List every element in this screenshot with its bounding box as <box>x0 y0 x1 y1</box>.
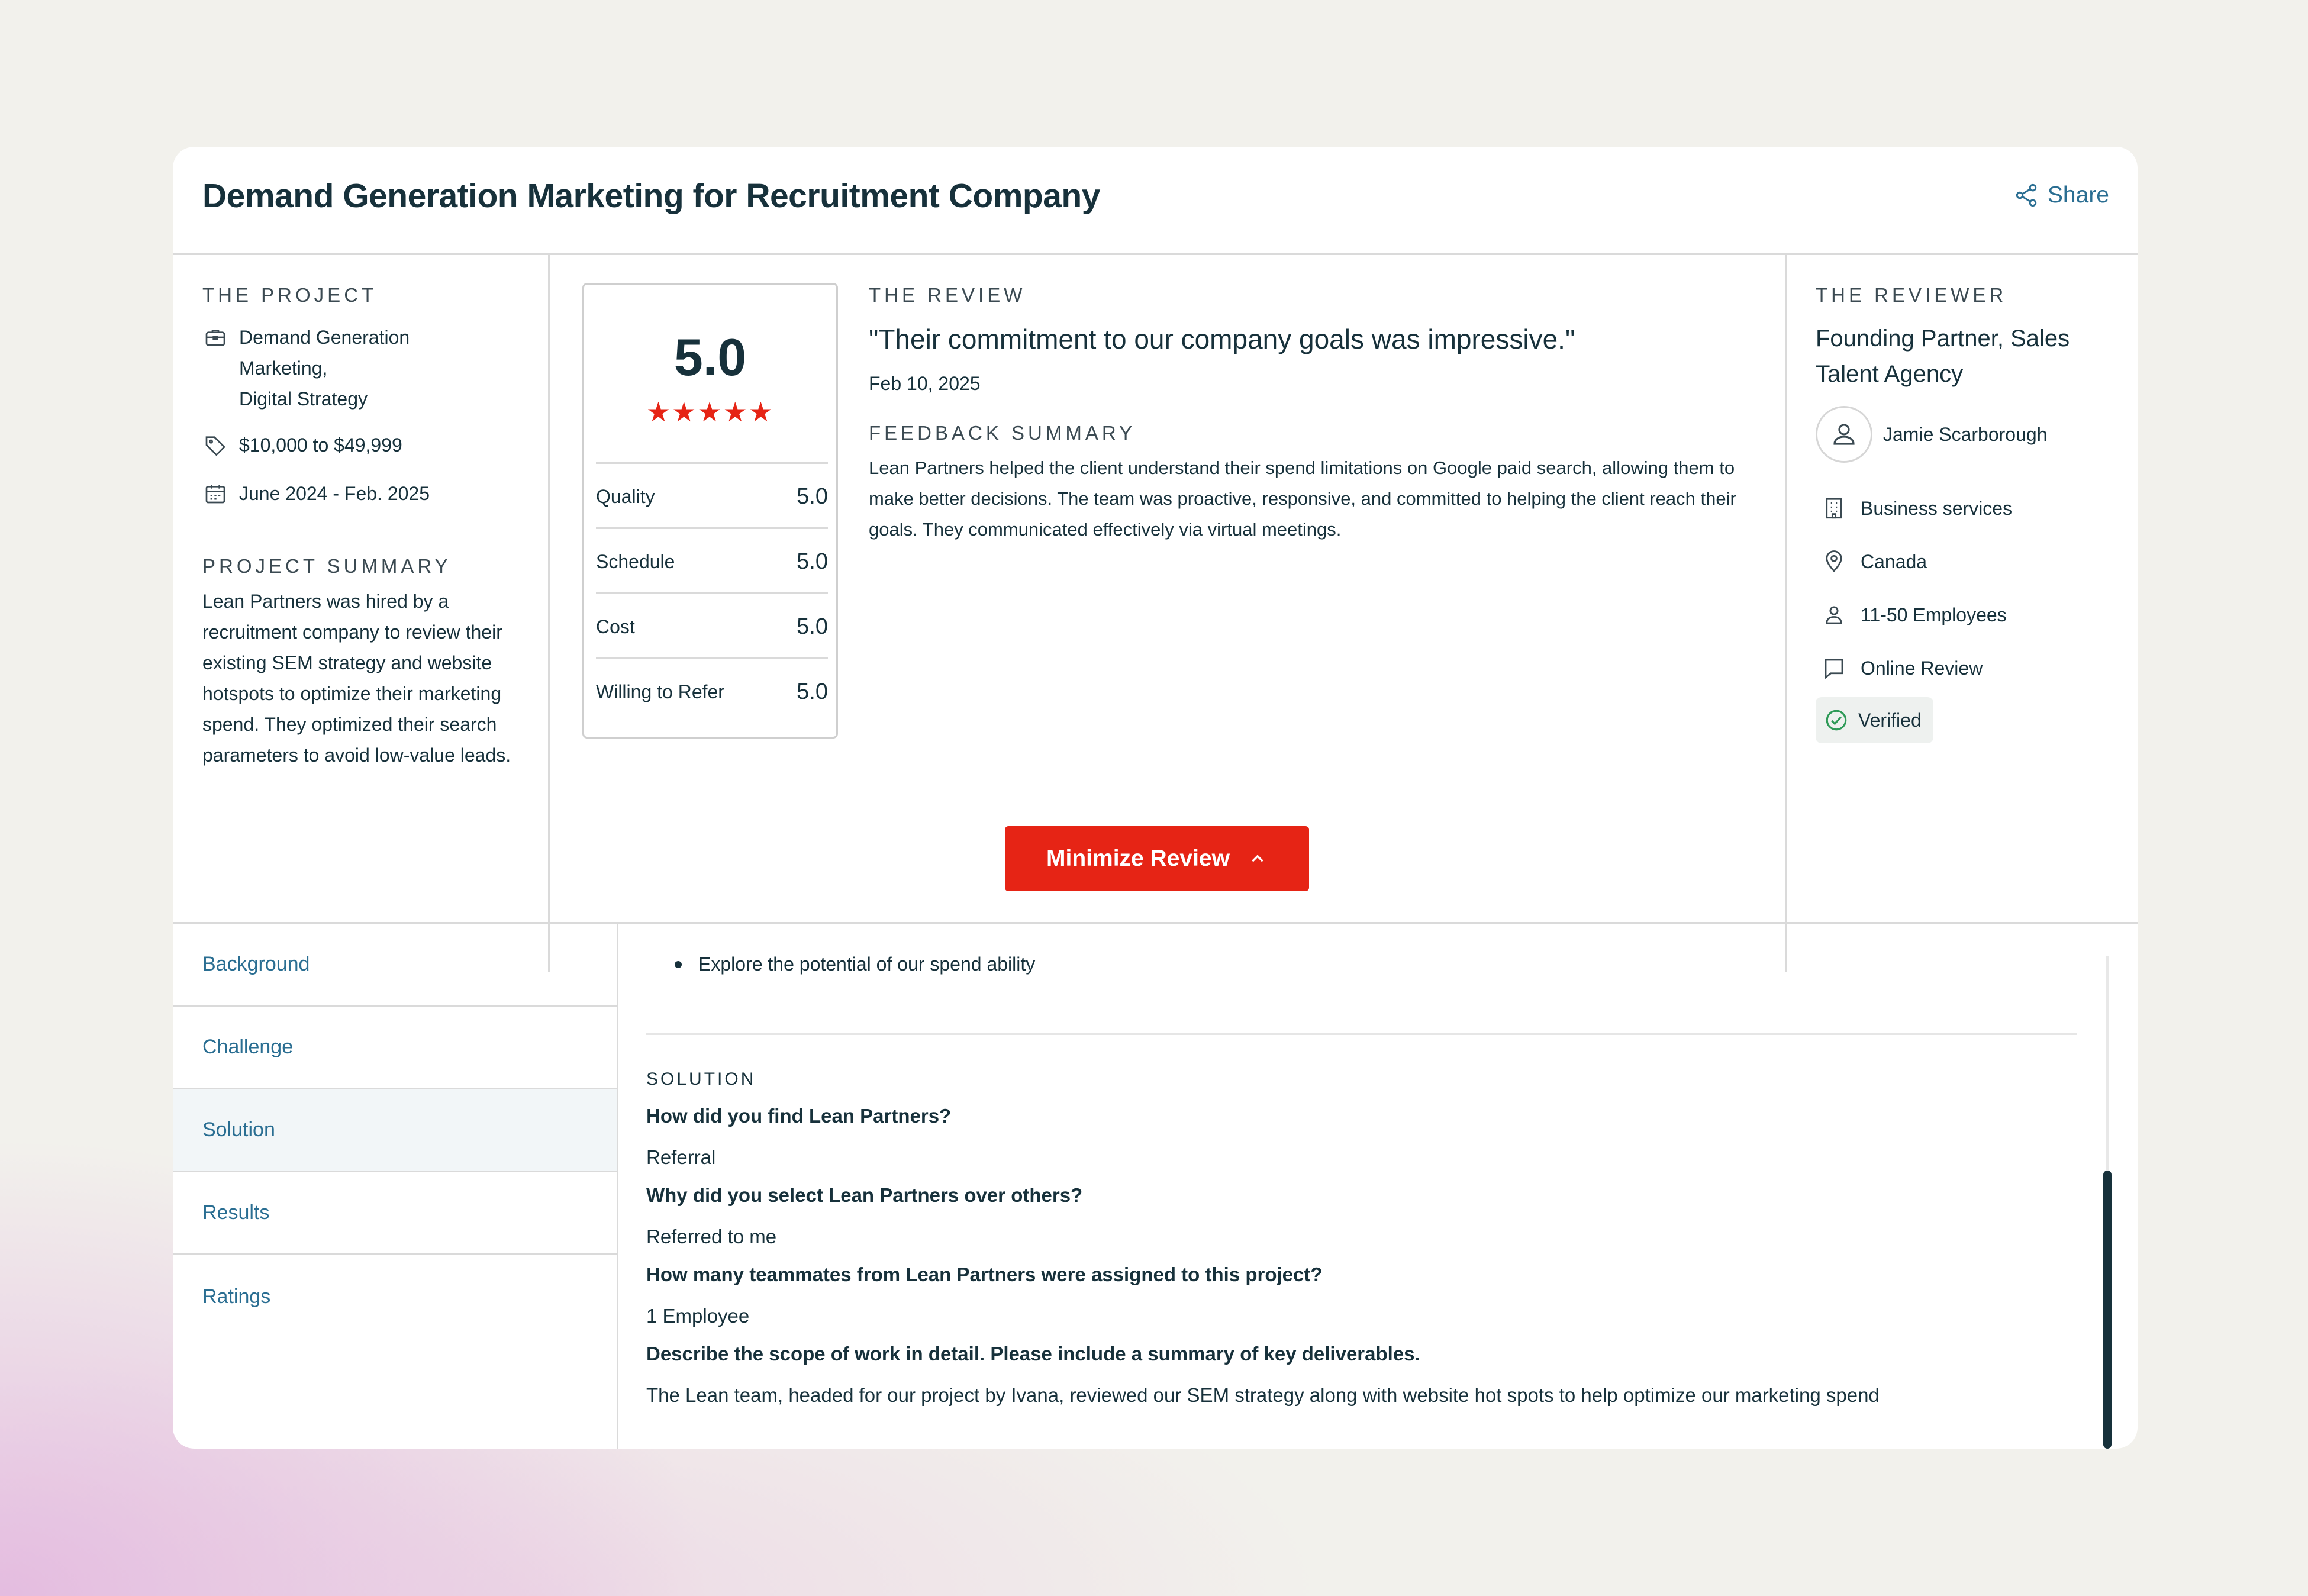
rating-label: Willing to Refer <box>596 681 724 702</box>
minimize-review-button[interactable]: Minimize Review <box>1005 826 1309 891</box>
rating-row-quality: Quality 5.0 <box>596 462 828 529</box>
reviewer-column: THE REVIEWER Founding Partner, Sales Tal… <box>1816 284 2112 743</box>
answer: 1 Employee <box>646 1305 750 1327</box>
reviewer-location: Canada <box>1822 535 2112 588</box>
minimize-review-label: Minimize Review <box>1046 846 1230 871</box>
reviewer-person: Jamie Scarborough <box>1816 406 2112 463</box>
person-icon <box>1826 606 1842 624</box>
solution-heading: SOLUTION <box>646 1069 756 1089</box>
review-heading: THE REVIEW <box>869 284 1026 306</box>
project-column: THE PROJECT Demand Generation Marketing,… <box>202 284 534 770</box>
services-line-3: Digital Strategy <box>239 388 368 410</box>
industry-value: Business services <box>1861 497 2013 519</box>
verified-badge: Verified <box>1816 697 1933 743</box>
share-label: Share <box>2047 182 2109 208</box>
verified-label: Verified <box>1858 709 1922 731</box>
answer: Referred to me <box>646 1226 777 1247</box>
company-size-value: 11-50 Employees <box>1861 604 2007 625</box>
page-title: Demand Generation Marketing for Recruitm… <box>202 177 1100 215</box>
divider-left <box>548 254 550 972</box>
question: How did you find Lean Partners? <box>646 1105 952 1127</box>
calendar-icon <box>205 485 225 504</box>
nav-item-results[interactable]: Results <box>173 1172 617 1255</box>
reviewer-company-size: 11-50 Employees <box>1822 588 2112 641</box>
review-type-value: Online Review <box>1861 657 1983 679</box>
answer: The Lean team, headed for our project by… <box>646 1384 1880 1406</box>
rating-row-schedule: Schedule 5.0 <box>596 527 828 594</box>
location-pin-icon <box>1826 550 1842 572</box>
nav-item-background[interactable]: Background <box>173 924 617 1007</box>
review-card: Demand Generation Marketing for Recruitm… <box>173 147 2138 1449</box>
bullet-dot <box>675 960 682 968</box>
briefcase-icon <box>205 330 225 346</box>
location-value: Canada <box>1861 550 1927 572</box>
rating-row-cost: Cost 5.0 <box>596 592 828 659</box>
rating-value: 5.0 <box>797 483 828 509</box>
nav-item-ratings[interactable]: Ratings <box>173 1255 617 1338</box>
price-tag-icon <box>205 436 225 456</box>
rating-box: 5.0 ★★★★★ Quality 5.0 Schedule 5.0 Cost … <box>582 283 838 739</box>
reviewer-industry: Business services <box>1822 482 2112 535</box>
scrollbar-thumb[interactable] <box>2103 1171 2112 1449</box>
check-circle-icon <box>1826 710 1847 731</box>
review-date: Feb 10, 2025 <box>869 373 981 394</box>
share-icon <box>2016 183 2037 207</box>
question: Describe the scope of work in detail. Pl… <box>646 1343 1420 1365</box>
rating-label: Schedule <box>596 550 675 572</box>
project-heading: THE PROJECT <box>202 284 378 306</box>
section-nav: Background Challenge Solution Results Ra… <box>173 924 618 1449</box>
feedback-summary: Lean Partners helped the client understa… <box>869 457 1736 540</box>
user-icon <box>1833 424 1855 445</box>
answer: Referral <box>646 1146 716 1168</box>
rating-value: 5.0 <box>797 679 828 704</box>
reviewer-title: Founding Partner, Sales Talent Agency <box>1816 325 2070 387</box>
section-divider <box>646 1033 2077 1035</box>
avatar <box>1816 406 1872 463</box>
project-budget: $10,000 to $49,999 <box>202 430 534 460</box>
divider-right <box>1785 254 1787 972</box>
chevron-up-icon <box>1252 855 1263 862</box>
chat-bubble-icon <box>1825 659 1843 679</box>
list-item: Explore the potential of our spend abili… <box>675 953 2078 975</box>
review-details: Explore the potential of our spend abili… <box>646 924 2078 1449</box>
project-summary-heading: PROJECT SUMMARY <box>202 555 452 577</box>
star-rating: ★★★★★ <box>646 396 775 427</box>
review-quote: "Their commitment to our company goals w… <box>869 324 1575 354</box>
bullet-text: Explore the potential of our spend abili… <box>698 953 1036 975</box>
project-services: Demand Generation Marketing, Digital Str… <box>202 322 534 414</box>
rating-label: Cost <box>596 615 635 637</box>
budget-value: $10,000 to $49,999 <box>239 434 402 456</box>
project-summary: Lean Partners was hired by a recruitment… <box>202 591 511 766</box>
nav-item-challenge[interactable]: Challenge <box>173 1007 617 1089</box>
feedback-summary-heading: FEEDBACK SUMMARY <box>869 422 1136 444</box>
review-column: THE REVIEW "Their commitment to our comp… <box>869 284 1768 545</box>
card-header: Demand Generation Marketing for Recruitm… <box>173 147 2138 255</box>
services-line-2: Marketing, <box>239 357 328 379</box>
share-button[interactable]: Share <box>2013 182 2109 208</box>
services-line-1: Demand Generation <box>239 327 410 348</box>
overall-score: 5.0 <box>673 328 747 386</box>
building-icon <box>1826 498 1842 519</box>
rating-row-willing-to-refer: Willing to Refer 5.0 <box>596 657 828 724</box>
reviewer-heading: THE REVIEWER <box>1816 284 2007 306</box>
reviewer-review-type: Online Review <box>1822 641 2112 695</box>
question: How many teammates from Lean Partners we… <box>646 1263 1323 1285</box>
project-dates: June 2024 - Feb. 2025 <box>202 478 534 509</box>
dates-value: June 2024 - Feb. 2025 <box>239 483 430 504</box>
rating-label: Quality <box>596 485 655 507</box>
rating-value: 5.0 <box>797 614 828 639</box>
reviewer-name: Jamie Scarborough <box>1883 423 2048 445</box>
nav-item-solution[interactable]: Solution <box>173 1089 617 1172</box>
question: Why did you select Lean Partners over ot… <box>646 1184 1083 1206</box>
rating-value: 5.0 <box>797 549 828 574</box>
